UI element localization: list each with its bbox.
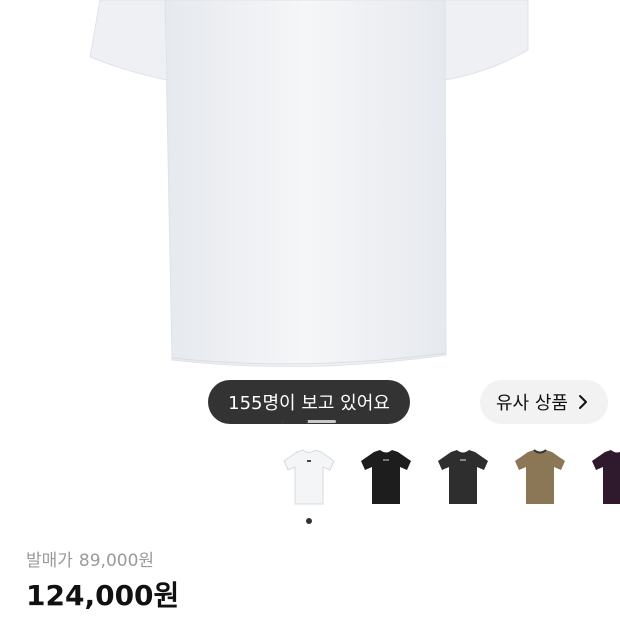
charcoal-tshirt-icon (438, 450, 488, 504)
original-price-label: 발매가 (26, 551, 73, 571)
thumbnail-purple[interactable] (586, 446, 620, 508)
product-image[interactable] (0, 0, 620, 440)
thumbnail-khaki[interactable] (509, 446, 571, 508)
selected-thumbnail-dot (306, 518, 312, 524)
thumbnail-charcoal[interactable] (432, 446, 494, 508)
pager-active-segment (282, 420, 308, 423)
original-price-value: 89,000원 (78, 551, 155, 571)
purple-tshirt-icon (592, 450, 620, 504)
thumbnail-black[interactable] (355, 446, 417, 508)
black-tshirt-icon (361, 450, 411, 504)
similar-products-label: 유사 상품 (496, 393, 568, 414)
original-price: 발매가 89,000원 (26, 546, 154, 571)
chevron-right-icon (578, 394, 588, 410)
tshirt-illustration (89, 0, 529, 367)
viewers-count-badge: 155명이 보고 있어요 (208, 380, 410, 424)
color-variant-thumbnails (0, 446, 620, 516)
viewers-count-text: 155명이 보고 있어요 (228, 393, 390, 414)
image-pager-indicator (282, 420, 336, 423)
khaki-tshirt-icon (515, 449, 565, 504)
white-tshirt-icon (283, 449, 335, 505)
similar-products-button[interactable]: 유사 상품 (480, 380, 608, 424)
thumbnail-white[interactable] (278, 446, 340, 508)
current-price: 124,000원 (26, 579, 180, 612)
